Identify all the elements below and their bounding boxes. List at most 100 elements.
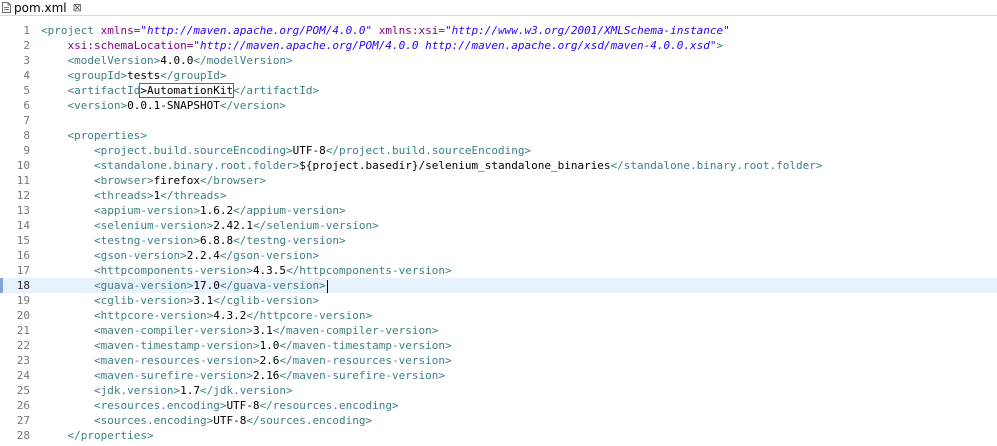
xml-tag: <browser>	[93, 174, 154, 187]
code-line[interactable]: 19 <cglib-version>3.1</cglib-version>	[0, 293, 997, 308]
code-line[interactable]: 25 <jdk.version>1.7</jdk.version>	[0, 383, 997, 398]
line-number: 3	[23, 54, 30, 67]
line-number: 12	[16, 189, 30, 202]
code-line[interactable]: 15 <testng-version>6.8.8</testng-version…	[0, 233, 997, 248]
code-line[interactable]: 20 <httpcore-version>4.3.2</httpcore-ver…	[0, 308, 997, 323]
code-line[interactable]: 11 <browser>firefox</browser>	[0, 173, 997, 188]
xml-text	[372, 24, 379, 37]
xml-tag: <maven-timestamp-version>	[93, 339, 260, 352]
code-text: <project.build.sourceEncoding>UTF-8</pro…	[41, 143, 531, 158]
xml-tag: <testng-version>	[93, 234, 200, 247]
xml-tag: </selenium-version>	[252, 219, 379, 232]
code-line[interactable]: 2 xsi:schemaLocation="http://maven.apach…	[0, 38, 997, 53]
line-number: 20	[16, 309, 30, 322]
xml-file-icon	[2, 2, 11, 13]
code-text: <httpcomponents-version>4.3.5</httpcompo…	[41, 263, 452, 278]
code-line[interactable]: 26 <resources.encoding>UTF-8</resources.…	[0, 398, 997, 413]
line-number: 5	[23, 84, 30, 97]
xml-text: 4.0.0	[160, 54, 194, 67]
xml-text: 0.0.1-SNAPSHOT	[127, 99, 220, 112]
code-line[interactable]: 17 <httpcomponents-version>4.3.5</httpco…	[0, 263, 997, 278]
xml-tag: <properties>	[67, 129, 147, 142]
xml-tag: >	[716, 39, 724, 52]
xml-tag: <groupId>	[67, 69, 128, 82]
xml-tag: <threads>	[93, 189, 154, 202]
code-line[interactable]: 24 <maven-surefire-version>2.16</maven-s…	[0, 368, 997, 383]
line-number: 13	[16, 204, 30, 217]
code-line[interactable]: 7	[0, 113, 997, 128]
code-line[interactable]: 18 <guava-version>17.0</guava-version>	[0, 278, 997, 293]
xml-tag: <standalone.binary.root.folder>	[93, 159, 300, 172]
code-line[interactable]: 14 <selenium-version>2.42.1</selenium-ve…	[0, 218, 997, 233]
xml-tag: </maven-compiler-version>	[272, 324, 439, 337]
xml-tag: </sources.encoding>	[246, 414, 373, 427]
xml-tag: <guava-version>	[93, 279, 194, 292]
xml-tag: <maven-surefire-version>	[93, 369, 253, 382]
code-line[interactable]: 28 </properties>	[0, 428, 997, 443]
xml-tag: <resources.encoding>	[93, 399, 227, 412]
line-number: 21	[16, 324, 30, 337]
xml-tag: </resources.encoding>	[259, 399, 399, 412]
code-line[interactable]: 9 <project.build.sourceEncoding>UTF-8</p…	[0, 143, 997, 158]
xml-tag: <maven-compiler-version>	[93, 324, 253, 337]
code-line[interactable]: 1 <project xmlns="http://maven.apache.org…	[0, 23, 997, 38]
code-text: <testng-version>6.8.8</testng-version>	[41, 233, 346, 248]
xml-text: 2.2.4	[186, 249, 220, 262]
line-number: 4	[23, 69, 30, 82]
code-line[interactable]: 21 <maven-compiler-version>3.1</maven-co…	[0, 323, 997, 338]
close-tab-icon[interactable]: ⊠	[73, 1, 82, 14]
code-line[interactable]: 12 <threads>1</threads>	[0, 188, 997, 203]
code-line[interactable]: 16 <gson-version>2.2.4</gson-version>	[0, 248, 997, 263]
xml-tag: </properties>	[67, 429, 154, 442]
xml-tag: <jdk.version>	[93, 384, 181, 397]
code-line[interactable]: 13 <appium-version>1.6.2</appium-version…	[0, 203, 997, 218]
code-line[interactable]: 27 <sources.encoding>UTF-8</sources.enco…	[0, 413, 997, 428]
tab-title: pom.xml	[14, 0, 67, 15]
code-line[interactable]: 22 <maven-timestamp-version>1.0</maven-t…	[0, 338, 997, 353]
code-line[interactable]: 5 <artifactId>AutomationKit</artifactId>	[0, 83, 997, 98]
xml-tag: </jdk.version>	[199, 384, 293, 397]
code-line[interactable]: 10 <standalone.binary.root.folder>${proj…	[0, 158, 997, 173]
xml-tag: <sources.encoding>	[93, 414, 214, 427]
xml-tag: </maven-timestamp-version>	[279, 339, 452, 352]
tab-pom-xml[interactable]: pom.xml ⊠	[0, 0, 88, 15]
xml-text: 2.16	[252, 369, 280, 382]
code-text: <maven-surefire-version>2.16</maven-sure…	[41, 368, 445, 383]
line-number: 6	[23, 99, 30, 112]
code-text: <guava-version>17.0</guava-version>	[41, 278, 328, 293]
xml-tag: </httpcore-version>	[246, 309, 373, 322]
xml-text: UTF-8	[213, 414, 247, 427]
xml-tag: <httpcore-version>	[93, 309, 214, 322]
code-text: <maven-compiler-version>3.1</maven-compi…	[41, 323, 438, 338]
code-line[interactable]: 3 <modelVersion>4.0.0</modelVersion>	[0, 53, 997, 68]
xml-text: 4.3.2	[213, 309, 247, 322]
line-number: 16	[16, 249, 30, 262]
line-number: 23	[16, 354, 30, 367]
code-line[interactable]: 23 <maven-resources-version>2.6</maven-r…	[0, 353, 997, 368]
xml-text: 1.7	[180, 384, 200, 397]
xml-tag: </artifactId>	[233, 84, 320, 97]
code-line[interactable]: 4 <groupId>tests</groupId>	[0, 68, 997, 83]
code-text: <browser>firefox</browser>	[41, 173, 266, 188]
xml-text: 17.0	[193, 279, 220, 292]
xml-text: 2.42.1	[213, 219, 253, 232]
code-line[interactable]: 6 <version>0.0.1-SNAPSHOT</version>	[0, 98, 997, 113]
code-text: <maven-resources-version>2.6</maven-reso…	[41, 353, 452, 368]
code-text: <appium-version>1.6.2</appium-version>	[41, 203, 346, 218]
xml-source-editor[interactable]: 1 <project xmlns="http://maven.apache.org…	[0, 16, 997, 446]
code-line[interactable]: 8 <properties>	[0, 128, 997, 143]
xml-tag: </maven-resources-version>	[279, 354, 452, 367]
